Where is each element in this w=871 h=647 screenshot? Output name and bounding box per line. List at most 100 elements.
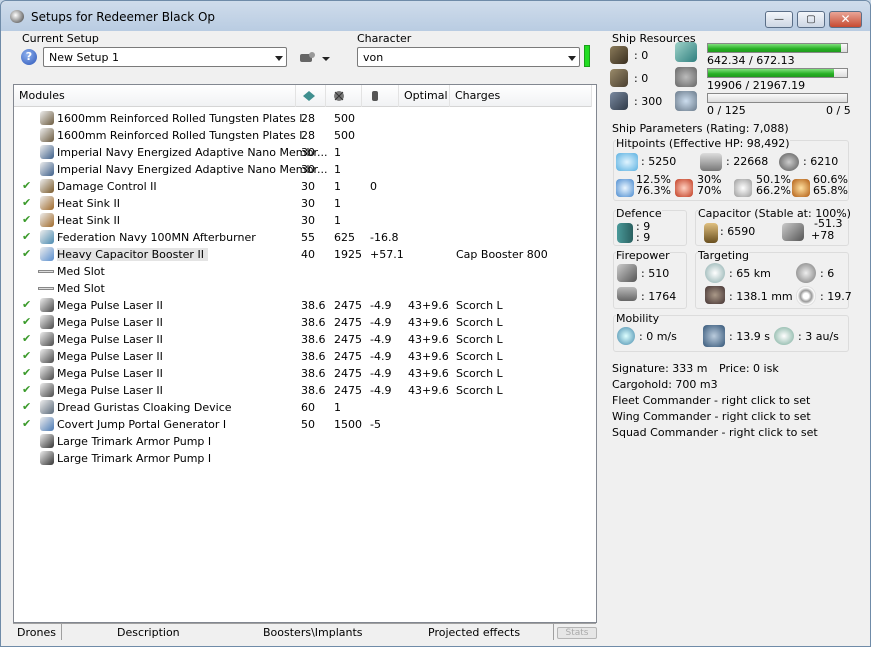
app-icon — [10, 10, 24, 23]
laser-icon — [40, 315, 54, 329]
explosive-resist-armor: 65.8% — [813, 184, 848, 197]
structure-hp: : 6210 — [803, 155, 839, 168]
calibration-value: : 300 — [634, 95, 663, 108]
table-row[interactable]: Imperial Navy Energized Adaptive Nano Me… — [14, 161, 592, 178]
main-window: Setups for Redeemer Black Op — ▢ ✕ Curre… — [0, 0, 871, 647]
tab-drones[interactable]: Drones — [17, 626, 56, 639]
column-charges[interactable]: Charges — [450, 85, 592, 107]
sensor-strength: : 19.7 — [820, 290, 852, 303]
module-name: Mega Pulse Laser II — [57, 299, 163, 312]
column-powergrid[interactable] — [326, 85, 362, 107]
table-row[interactable]: ✔ Covert Jump Portal Generator I 50 1500 -5 — [14, 416, 592, 433]
table-row[interactable]: ✔ Mega Pulse Laser II 38.6 2475 -4.9 43+9.6 Sc… — [14, 331, 592, 348]
table-row[interactable]: ✔ Dread Guristas Cloaking Device 60 1 — [14, 399, 592, 416]
minimize-button[interactable]: — — [765, 11, 793, 28]
table-row[interactable]: ✔ Heat Sink II 30 1 — [14, 195, 592, 212]
table-row[interactable]: 1600mm Reinforced Rolled Tungsten Plates… — [14, 110, 592, 127]
help-icon[interactable]: ? — [21, 49, 37, 65]
firepower-group: Firepower : 510 : 1764 — [613, 249, 687, 309]
column-optimal[interactable]: Optimal — [399, 85, 450, 107]
table-row[interactable]: ✔ Federation Navy 100MN Afterburner 55 625 -… — [14, 229, 592, 246]
check-icon[interactable]: ✔ — [22, 400, 31, 413]
table-row[interactable]: Imperial Navy Energized Adaptive Nano Me… — [14, 144, 592, 161]
module-name: 1600mm Reinforced Rolled Tungsten Plates… — [57, 112, 303, 125]
column-cpu[interactable] — [296, 85, 326, 107]
fleet-commander[interactable]: Fleet Commander - right click to set — [612, 394, 810, 407]
table-row[interactable]: ✔ Mega Pulse Laser II 38.6 2475 -4.9 43+9.6 Sc… — [14, 297, 592, 314]
check-icon[interactable]: ✔ — [22, 179, 31, 192]
check-icon[interactable]: ✔ — [22, 366, 31, 379]
chevron-down-icon — [275, 56, 283, 61]
module-powergrid: 2475 — [334, 333, 362, 346]
module-optimal: 43+9.6 — [408, 333, 449, 346]
check-icon[interactable]: ✔ — [22, 213, 31, 226]
table-row[interactable]: ✔ Mega Pulse Laser II 38.6 2475 -4.9 43+9.6 Sc… — [14, 365, 592, 382]
dps-icon — [617, 264, 637, 282]
module-charges: Scorch L — [456, 367, 503, 380]
wing-commander[interactable]: Wing Commander - right click to set — [612, 410, 811, 423]
table-header: Modules Optimal Charges — [14, 85, 592, 107]
character-label: Character — [357, 32, 412, 45]
tab-description[interactable]: Description — [117, 626, 180, 639]
close-button[interactable]: ✕ — [829, 11, 862, 28]
squad-commander[interactable]: Squad Commander - right click to set — [612, 426, 818, 439]
maximize-button[interactable]: ▢ — [797, 11, 825, 28]
table-row[interactable]: 1600mm Reinforced Rolled Tungsten Plates… — [14, 127, 592, 144]
check-icon[interactable]: ✔ — [22, 315, 31, 328]
module-powergrid: 2475 — [334, 384, 362, 397]
check-icon[interactable]: ✔ — [22, 247, 31, 260]
stats-button[interactable]: Stats — [557, 627, 597, 639]
title-bar[interactable]: Setups for Redeemer Black Op — ▢ ✕ — [1, 1, 870, 31]
table-row[interactable]: ✔ Heavy Capacitor Booster II 40 1925 +57.1 Ca… — [14, 246, 592, 263]
module-charges: Scorch L — [456, 350, 503, 363]
powergrid-icon — [675, 67, 697, 87]
setup-tools-button[interactable] — [298, 49, 334, 67]
mobility-title: Mobility — [616, 312, 660, 325]
module-cpu: 40 — [301, 248, 315, 261]
check-icon[interactable]: ✔ — [22, 196, 31, 209]
module-cpu: 38.6 — [301, 333, 326, 346]
module-cpu: 50 — [301, 418, 315, 431]
check-icon[interactable]: ✔ — [22, 298, 31, 311]
character-dropdown[interactable]: von — [357, 47, 580, 67]
window-content: Current Setup ? New Setup 1 Character vo… — [9, 31, 862, 640]
module-optimal: 43+9.6 — [408, 350, 449, 363]
column-capacitor[interactable] — [362, 85, 399, 107]
table-row[interactable]: Large Trimark Armor Pump I — [14, 450, 592, 467]
check-icon[interactable]: ✔ — [22, 349, 31, 362]
tab-boosters-implants[interactable]: Boosters\Implants — [263, 626, 363, 639]
align-time-icon — [703, 325, 725, 347]
column-modules[interactable]: Modules — [14, 85, 296, 107]
table-row[interactable]: ✔ Mega Pulse Laser II 38.6 2475 -4.9 43+9.6 Sc… — [14, 348, 592, 365]
module-name: Mega Pulse Laser II — [57, 350, 163, 363]
check-icon[interactable]: ✔ — [22, 332, 31, 345]
laser-icon — [40, 298, 54, 312]
module-name: Mega Pulse Laser II — [57, 367, 163, 380]
target-range-icon — [705, 263, 725, 283]
table-row[interactable]: ✔ Mega Pulse Laser II 38.6 2475 -4.9 43+9.6 Sc… — [14, 382, 592, 399]
check-icon[interactable]: ✔ — [22, 230, 31, 243]
powergrid-icon — [334, 91, 344, 101]
module-name: Imperial Navy Energized Adaptive Nano Me… — [57, 146, 328, 159]
targeting-title: Targeting — [698, 249, 750, 262]
module-capacitor: -4.9 — [370, 384, 392, 397]
hitpoints-title: Hitpoints (Effective HP: 98,492) — [616, 137, 790, 150]
tab-projected-effects[interactable]: Projected effects — [428, 626, 520, 639]
table-row[interactable]: Med Slot — [14, 263, 592, 280]
laser-icon — [40, 332, 54, 346]
kinetic-resist-armor: 66.2% — [756, 184, 791, 197]
cpu-icon — [303, 91, 315, 101]
module-powergrid: 1500 — [334, 418, 362, 431]
table-row[interactable]: Large Trimark Armor Pump I — [14, 433, 592, 450]
capacitor-icon — [704, 223, 718, 243]
table-row[interactable]: Med Slot — [14, 280, 592, 297]
targeting-group: Targeting : 65 km : 6 : 138.1 mm : 19.7 — [695, 249, 852, 309]
table-row[interactable]: ✔ Mega Pulse Laser II 38.6 2475 -4.9 43+9.6 Sc… — [14, 314, 592, 331]
setup-dropdown[interactable]: New Setup 1 — [43, 47, 287, 67]
check-icon[interactable]: ✔ — [22, 383, 31, 396]
modules-table: Modules Optimal Charges 1600mm Reinforce… — [13, 84, 597, 623]
check-icon[interactable]: ✔ — [22, 417, 31, 430]
empty-slot-icon — [38, 287, 54, 290]
table-row[interactable]: ✔ Damage Control II 30 1 0 — [14, 178, 592, 195]
table-row[interactable]: ✔ Heat Sink II 30 1 — [14, 212, 592, 229]
